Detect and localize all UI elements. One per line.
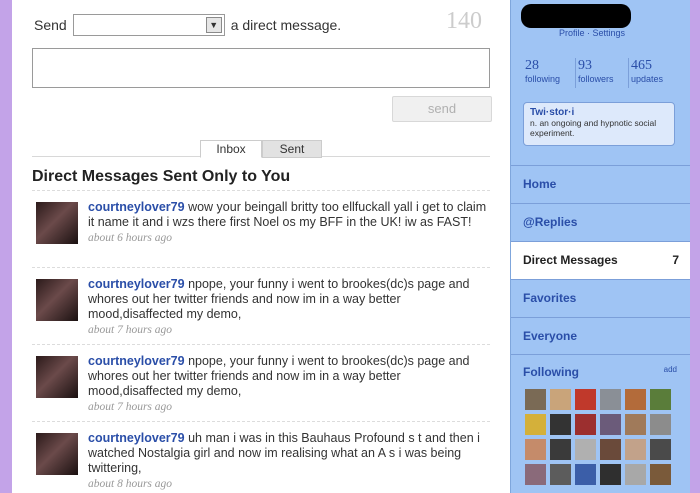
following-section: Following add (511, 354, 691, 485)
count-badge: 7 (672, 253, 679, 267)
following-avatar[interactable] (575, 389, 596, 410)
twistori-description: n. an ongoing and hypnotic social experi… (530, 118, 657, 138)
following-avatar[interactable] (600, 439, 621, 460)
following-avatar[interactable] (525, 439, 546, 460)
sidebar-item-direct-messages[interactable]: Direct Messages 7 (511, 241, 691, 279)
username-link[interactable]: courtneylover79 (88, 354, 185, 368)
following-grid (525, 389, 685, 485)
main-panel: Send ▼ a direct message. 140 send Inbox … (12, 0, 510, 493)
send-label: Send (34, 17, 67, 33)
redacted-username (521, 4, 631, 28)
background-strip (690, 0, 700, 493)
timestamp[interactable]: about 6 hours ago (88, 232, 172, 244)
username-link[interactable]: courtneylover79 (88, 431, 185, 445)
stat-following[interactable]: 28 following (523, 58, 575, 88)
list-item: courtneylover79 npope, your funny i went… (32, 344, 490, 421)
avatar[interactable] (36, 433, 78, 475)
following-avatar[interactable] (550, 464, 571, 485)
following-avatar[interactable] (550, 389, 571, 410)
following-avatar[interactable] (575, 439, 596, 460)
following-avatar[interactable] (550, 439, 571, 460)
twistori-title: Twi·stor·i (530, 107, 575, 118)
avatar[interactable] (36, 279, 78, 321)
sidebar-item-everyone[interactable]: Everyone (511, 317, 691, 355)
username-link[interactable]: courtneylover79 (88, 277, 185, 291)
following-avatar[interactable] (550, 414, 571, 435)
add-link[interactable]: add (664, 365, 677, 374)
stat-updates[interactable]: 465 updates (628, 58, 681, 88)
recipient-select[interactable]: ▼ (72, 14, 225, 36)
following-avatar[interactable] (600, 464, 621, 485)
following-avatar[interactable] (650, 464, 671, 485)
following-avatar[interactable] (625, 464, 646, 485)
following-avatar[interactable] (525, 414, 546, 435)
following-avatar[interactable] (575, 464, 596, 485)
following-avatar[interactable] (650, 439, 671, 460)
sidebar: Profile · Settings 28 following 93 follo… (510, 0, 691, 493)
following-avatar[interactable] (600, 389, 621, 410)
following-avatar[interactable] (525, 389, 546, 410)
sidebar-nav: Home @Replies Direct Messages 7 Favorites… (511, 165, 691, 355)
compose-row: Send ▼ a direct message. (34, 14, 341, 36)
stats: 28 following 93 followers 465 updates (523, 58, 683, 88)
profile-settings-links[interactable]: Profile · Settings (559, 28, 625, 38)
sidebar-item-home[interactable]: Home (511, 165, 691, 203)
list-item: courtneylover79 uh man i was in this Bau… (32, 421, 490, 493)
list-item: courtneylover79 npope, your funny i went… (32, 267, 490, 344)
timestamp[interactable]: about 8 hours ago (88, 478, 172, 490)
stat-followers[interactable]: 93 followers (575, 58, 628, 88)
avatar[interactable] (36, 356, 78, 398)
chevron-down-icon[interactable]: ▼ (205, 17, 222, 33)
avatar[interactable] (36, 202, 78, 244)
message-list: courtneylover79 wow your beingall britty… (32, 190, 490, 493)
username-link[interactable]: courtneylover79 (88, 200, 185, 214)
following-avatar[interactable] (625, 439, 646, 460)
list-item: courtneylover79 wow your beingall britty… (32, 190, 490, 267)
send-button[interactable]: send (392, 96, 492, 122)
following-avatar[interactable] (525, 464, 546, 485)
tab-sent[interactable]: Sent (262, 140, 322, 158)
char-counter: 140 (446, 8, 482, 34)
page-title: Direct Messages Sent Only to You (32, 168, 291, 185)
twistori-box[interactable]: Twi·stor·i n. an ongoing and hypnotic so… (523, 102, 675, 146)
sidebar-item-replies[interactable]: @Replies (511, 203, 691, 241)
following-avatar[interactable] (600, 414, 621, 435)
compose-suffix: a direct message. (230, 17, 342, 33)
message-input[interactable] (32, 48, 490, 88)
sidebar-item-favorites[interactable]: Favorites (511, 279, 691, 317)
following-avatar[interactable] (625, 414, 646, 435)
following-avatar[interactable] (650, 389, 671, 410)
following-avatar[interactable] (625, 389, 646, 410)
following-avatar[interactable] (575, 414, 596, 435)
following-label: Following (523, 365, 579, 379)
timestamp[interactable]: about 7 hours ago (88, 401, 172, 413)
tab-inbox[interactable]: Inbox (200, 140, 262, 158)
following-avatar[interactable] (650, 414, 671, 435)
timestamp[interactable]: about 7 hours ago (88, 324, 172, 336)
